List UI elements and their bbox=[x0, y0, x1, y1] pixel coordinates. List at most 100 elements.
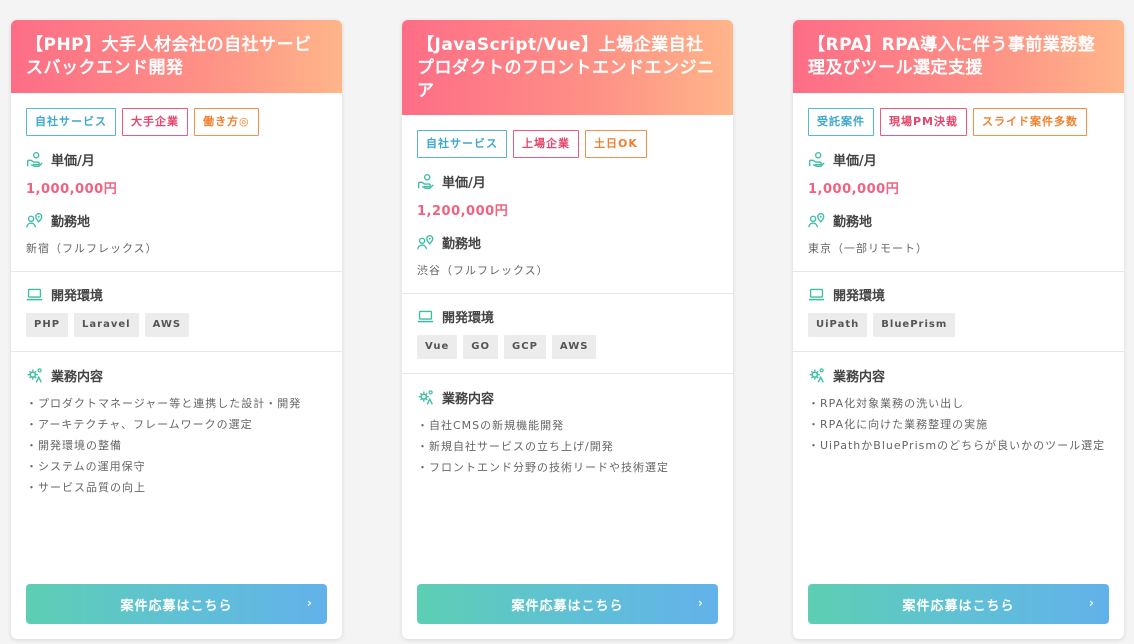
hand-coin-icon bbox=[417, 173, 434, 190]
env-label-row: 開発環境 bbox=[417, 307, 718, 326]
work-item: ・アーキテクチャ、フレームワークの選定 bbox=[26, 418, 253, 431]
work-item: ・サービス品質の向上 bbox=[26, 481, 146, 494]
work-label-row: 業務内容 bbox=[417, 388, 718, 407]
job-tags: 自社サービス 上場企業 土日OK bbox=[417, 115, 718, 158]
job-card-1: 【PHP】大手人材会社の自社サービスバックエンド開発 自社サービス 大手企業 働き方… bbox=[11, 20, 342, 639]
location-label: 勤務地 bbox=[442, 237, 482, 252]
price-label-row: 単価/月 bbox=[808, 150, 1109, 169]
apply-button-label: 案件応募はこちら bbox=[511, 598, 624, 614]
location-label: 勤務地 bbox=[51, 215, 91, 230]
env-label-row: 開発環境 bbox=[26, 285, 327, 304]
env-tag: PHP bbox=[26, 313, 69, 337]
price-label: 単価/月 bbox=[833, 154, 877, 169]
work-label-row: 業務内容 bbox=[26, 366, 327, 385]
job-tags: 受託案件 現場PM決裁 スライド案件多数 bbox=[808, 93, 1109, 136]
person-pin-icon bbox=[808, 212, 825, 229]
work-item: ・自社CMSの新規機能開発 bbox=[417, 419, 565, 432]
apply-button-label: 案件応募はこちら bbox=[120, 598, 233, 614]
work-label: 業務内容 bbox=[442, 392, 495, 407]
job-tag: 現場PM決裁 bbox=[880, 108, 968, 136]
price-label: 単価/月 bbox=[51, 154, 95, 169]
job-title[interactable]: 【RPA】RPA導入に伴う事前業務整理及びツール選定支援 bbox=[793, 20, 1124, 93]
job-card-2: 【JavaScript/Vue】上場企業自社プロダクトのフロントエンドエンジニア… bbox=[402, 20, 733, 639]
laptop-icon bbox=[808, 286, 825, 303]
hand-coin-icon bbox=[808, 151, 825, 168]
job-summary: 自社サービス 上場企業 土日OK 単価/月 1,200,000円 勤務地 渋谷（フル… bbox=[402, 115, 733, 293]
price-label: 単価/月 bbox=[442, 176, 486, 191]
job-tag: 土日OK bbox=[585, 130, 647, 158]
person-pin-icon bbox=[417, 234, 434, 251]
price-label-row: 単価/月 bbox=[26, 150, 327, 169]
location-value: 渋谷（フルフレックス） bbox=[417, 264, 549, 277]
price-value: 1,200,000円 bbox=[417, 204, 509, 219]
work-item: ・フロントエンド分野の技術リードや技術選定 bbox=[417, 461, 669, 474]
work-label: 業務内容 bbox=[833, 370, 886, 385]
env-section: 開発環境 Vue GO GCP AWS bbox=[402, 294, 733, 373]
job-title[interactable]: 【JavaScript/Vue】上場企業自社プロダクトのフロントエンドエンジニア bbox=[402, 20, 733, 115]
job-summary: 受託案件 現場PM決裁 スライド案件多数 単価/月 1,000,000円 勤務地 東… bbox=[793, 93, 1124, 271]
work-section: 業務内容 ・プロダクトマネージャー等と連携した設計・開発 ・アーキテクチャ、フレー… bbox=[11, 352, 342, 498]
price-value: 1,000,000円 bbox=[808, 182, 900, 197]
env-tag: GO bbox=[463, 335, 499, 359]
job-title[interactable]: 【PHP】大手人材会社の自社サービスバックエンド開発 bbox=[11, 20, 342, 93]
work-item: ・RPA化に向けた業務整理の実施 bbox=[808, 418, 989, 431]
price-value: 1,000,000円 bbox=[26, 182, 118, 197]
job-tag: スライド案件多数 bbox=[973, 108, 1088, 136]
work-item: ・開発環境の整備 bbox=[26, 439, 122, 452]
gears-icon bbox=[26, 367, 43, 384]
work-section: 業務内容 ・RPA化対象業務の洗い出し・RPA化に向けた業務整理の実施・UiPa… bbox=[793, 352, 1124, 456]
job-summary: 自社サービス 大手企業 働き方◎ 単価/月 1,000,000円 勤務地 新宿（フル… bbox=[11, 93, 342, 271]
price-label-row: 単価/月 bbox=[417, 172, 718, 191]
location-label-row: 勤務地 bbox=[808, 211, 1109, 230]
env-label: 開発環境 bbox=[51, 289, 104, 304]
job-tag: 働き方◎ bbox=[194, 108, 259, 136]
job-tag: 受託案件 bbox=[808, 108, 874, 136]
work-item: ・RPA化対象業務の洗い出し bbox=[808, 397, 965, 410]
job-card-3: 【RPA】RPA導入に伴う事前業務整理及びツール選定支援 受託案件 現場PM決裁ス… bbox=[793, 20, 1124, 639]
env-section: 開発環境 UiPath BluePrism bbox=[793, 272, 1124, 351]
laptop-icon bbox=[417, 308, 434, 325]
gears-icon bbox=[808, 367, 825, 384]
work-item: ・システムの運用保守 bbox=[26, 460, 146, 473]
env-tag: Laravel bbox=[74, 313, 139, 337]
env-tags: UiPath BluePrism bbox=[808, 313, 1109, 337]
env-label: 開発環境 bbox=[833, 289, 886, 304]
person-pin-icon bbox=[26, 212, 43, 229]
apply-button[interactable]: 案件応募はこちら › bbox=[808, 584, 1109, 624]
apply-button-label: 案件応募はこちら bbox=[902, 598, 1015, 614]
env-tag: BluePrism bbox=[873, 313, 956, 337]
location-value: 新宿（フルフレックス） bbox=[26, 242, 158, 255]
apply-button[interactable]: 案件応募はこちら › bbox=[417, 584, 718, 624]
env-tag: GCP bbox=[504, 335, 546, 359]
work-label: 業務内容 bbox=[51, 370, 104, 385]
work-label-row: 業務内容 bbox=[808, 366, 1109, 385]
chevron-right-icon: › bbox=[307, 596, 313, 610]
env-tag: UiPath bbox=[808, 313, 868, 337]
env-tag: Vue bbox=[417, 335, 458, 359]
location-label-row: 勤務地 bbox=[26, 211, 327, 230]
work-section: 業務内容 ・自社CMSの新規機能開発・新規自社サービスの立ち上げ/開発・フロント… bbox=[402, 374, 733, 478]
work-item: ・新規自社サービスの立ち上げ/開発 bbox=[417, 440, 614, 453]
apply-button[interactable]: 案件応募はこちら › bbox=[26, 584, 327, 624]
job-tag: 大手企業 bbox=[122, 108, 188, 136]
laptop-icon bbox=[26, 286, 43, 303]
work-item: ・UiPathかBluePrismのどちらが良いかのツール選定 bbox=[808, 439, 1106, 452]
env-tags: PHP Laravel AWS bbox=[26, 313, 327, 337]
work-item: ・プロダクトマネージャー等と連携した設計・開発 bbox=[26, 397, 302, 410]
chevron-right-icon: › bbox=[1089, 596, 1095, 610]
job-tag: 自社サービス bbox=[417, 130, 507, 158]
job-tags: 自社サービス 大手企業 働き方◎ bbox=[26, 93, 327, 136]
work-list: ・プロダクトマネージャー等と連携した設計・開発 ・アーキテクチャ、フレームワークの… bbox=[26, 393, 327, 498]
env-tags: Vue GO GCP AWS bbox=[417, 335, 718, 359]
location-label-row: 勤務地 bbox=[417, 233, 718, 252]
chevron-right-icon: › bbox=[698, 596, 704, 610]
env-tag: AWS bbox=[144, 313, 190, 337]
location-label: 勤務地 bbox=[833, 215, 873, 230]
env-label-row: 開発環境 bbox=[808, 285, 1109, 304]
env-section: 開発環境 PHP Laravel AWS bbox=[11, 272, 342, 351]
job-tag: 自社サービス bbox=[26, 108, 116, 136]
job-tag: 上場企業 bbox=[513, 130, 579, 158]
work-list: ・自社CMSの新規機能開発・新規自社サービスの立ち上げ/開発・フロントエンド分野… bbox=[417, 415, 718, 478]
gears-icon bbox=[417, 389, 434, 406]
hand-coin-icon bbox=[26, 151, 43, 168]
